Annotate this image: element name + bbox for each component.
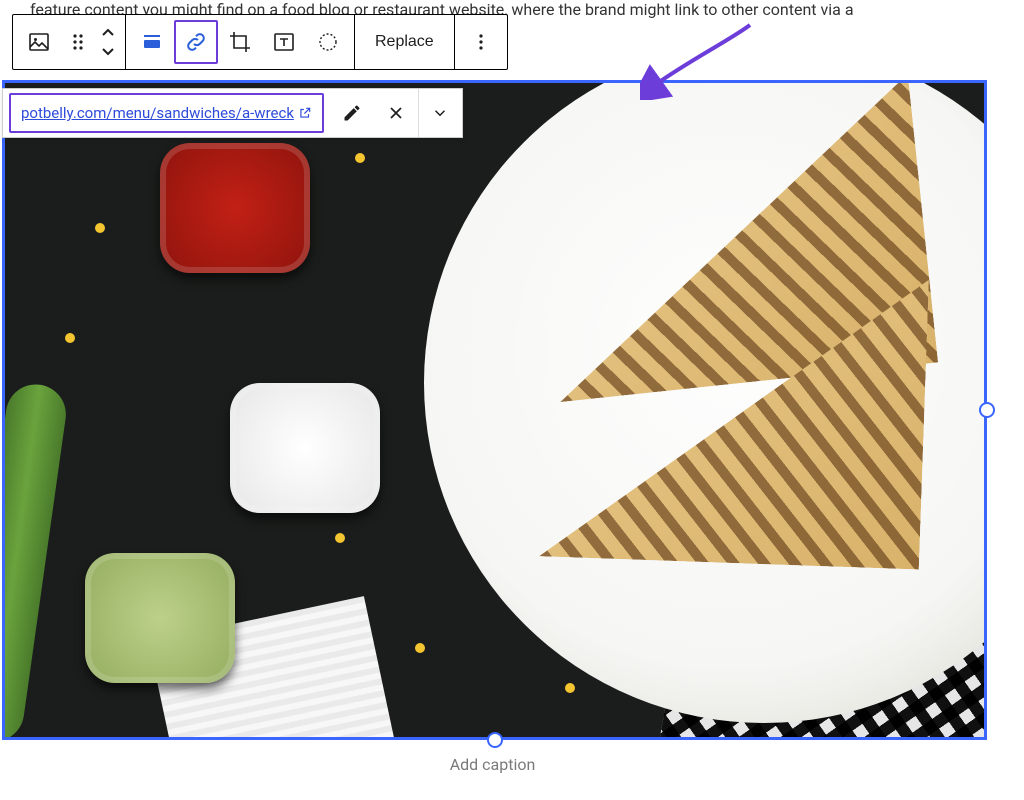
move-down-button[interactable] [95, 42, 121, 60]
image-block[interactable] [2, 80, 987, 740]
external-link-icon [298, 106, 312, 120]
link-popover: potbelly.com/menu/sandwiches/a-wreck [2, 88, 463, 138]
toolbar-group-block [13, 15, 126, 69]
resize-handle-right[interactable] [979, 402, 995, 418]
link-url-text: potbelly.com/menu/sandwiches/a-wreck [21, 104, 294, 122]
text-overlay-icon [272, 30, 296, 54]
text-overlay-button[interactable] [262, 20, 306, 64]
sauce-green [85, 553, 235, 683]
duotone-button[interactable] [306, 20, 350, 64]
drag-handle[interactable] [61, 20, 95, 64]
align-button[interactable] [130, 20, 174, 64]
more-options-icon [471, 32, 491, 52]
link-icon [184, 30, 208, 54]
image-block-icon [27, 30, 51, 54]
corn-kernel [415, 643, 425, 653]
corn-kernel [355, 153, 365, 163]
more-options-button[interactable] [459, 20, 503, 64]
toolbar-group-replace: Replace [355, 15, 455, 69]
close-icon [386, 103, 406, 123]
align-icon [140, 30, 164, 54]
duotone-icon [316, 30, 340, 54]
chevron-up-icon [101, 28, 115, 38]
link-button[interactable] [174, 20, 218, 64]
edit-link-button[interactable] [330, 89, 374, 137]
resize-handle-bottom[interactable] [487, 732, 503, 748]
annotation-arrow [640, 20, 760, 100]
link-url[interactable]: potbelly.com/menu/sandwiches/a-wreck [9, 93, 324, 133]
image-block-type-button[interactable] [17, 20, 61, 64]
toolbar-group-format [126, 15, 355, 69]
corn-kernel [95, 223, 105, 233]
edit-icon [342, 103, 362, 123]
sauce-white [230, 383, 380, 513]
move-up-button[interactable] [95, 24, 121, 42]
block-toolbar: Replace [12, 14, 508, 70]
caption-input[interactable]: Add caption [0, 755, 985, 774]
sauce-red [160, 143, 310, 273]
crop-button[interactable] [218, 20, 262, 64]
corn-kernel [565, 683, 575, 693]
link-settings-toggle[interactable] [418, 89, 462, 137]
block-movers [95, 20, 121, 64]
drag-handle-icon [70, 32, 86, 52]
chevron-down-icon [431, 104, 449, 122]
crop-icon [228, 30, 252, 54]
remove-link-button[interactable] [374, 89, 418, 137]
replace-button[interactable]: Replace [359, 20, 450, 64]
image-content [5, 83, 984, 737]
chevron-down-icon [101, 46, 115, 56]
green-onion [5, 381, 70, 737]
corn-kernel [335, 533, 345, 543]
corn-kernel [65, 333, 75, 343]
toolbar-group-more [455, 15, 507, 69]
